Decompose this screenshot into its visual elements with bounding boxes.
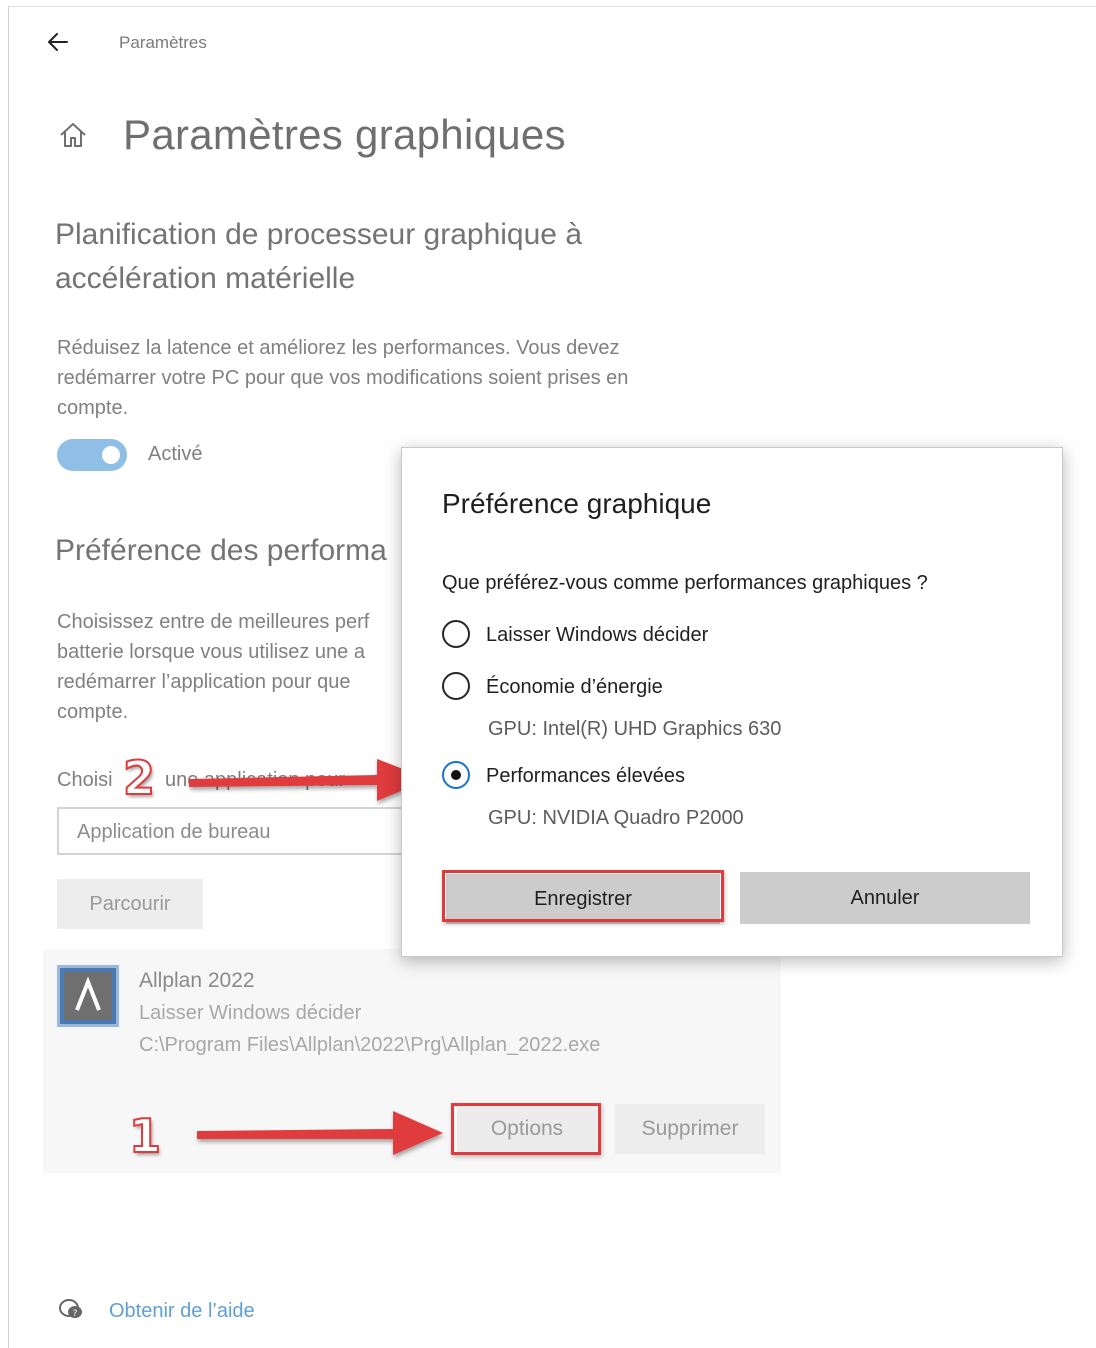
radio-selected-dot: [451, 770, 461, 780]
settings-window: Paramètres Paramètres graphiques Planifi…: [8, 6, 1096, 1348]
highlight-options: [451, 1103, 601, 1155]
option-label-power-saving[interactable]: Économie d’énergie: [486, 676, 663, 699]
delete-button[interactable]: Supprimer: [615, 1104, 765, 1154]
dialog-title: Préférence graphique: [442, 488, 712, 519]
annotation-step-1: 1: [128, 1108, 162, 1164]
hw-scheduling-description: Réduisez la latence et améliorez les per…: [57, 333, 628, 423]
hw-scheduling-toggle[interactable]: [57, 439, 127, 471]
toggle-label: Activé: [148, 443, 203, 465]
radio-windows-decide[interactable]: [442, 620, 470, 648]
home-icon: [60, 123, 86, 147]
option-label-windows-decide[interactable]: Laisser Windows décider: [486, 624, 708, 647]
help-link[interactable]: Obtenir de l’aide: [109, 1300, 255, 1323]
perf-desc-line1: Choisissez entre de meilleures perf: [57, 611, 370, 633]
annotation-step-2: 2: [122, 750, 156, 806]
perf-pref-title: Préférence des performa: [55, 534, 387, 567]
help-chat-icon: ?: [59, 1299, 82, 1319]
app-path: C:\Program Files\Allplan\2022\Prg\Allpla…: [139, 1034, 601, 1056]
perf-desc-line3: redémarrer l’application pour que: [57, 671, 351, 693]
hw-desc-line3: compte.: [57, 397, 129, 419]
radio-power-saving[interactable]: [442, 672, 470, 700]
app-name: Allplan 2022: [139, 969, 255, 992]
app-icon: [57, 965, 119, 1027]
app-preference: Laisser Windows décider: [139, 1002, 362, 1024]
browse-button[interactable]: Parcourir: [57, 879, 203, 929]
app-type-select-value: Application de bureau: [77, 821, 271, 843]
app-title: Paramètres: [119, 33, 207, 52]
hw-scheduling-title: Planification de processeur graphique à …: [55, 213, 582, 301]
graphics-preference-dialog: Préférence graphique Que préférez-vous c…: [401, 447, 1063, 957]
dialog-question: Que préférez-vous comme performances gra…: [442, 572, 928, 594]
hw-title-line2: accélération matérielle: [55, 262, 356, 295]
page-title: Paramètres graphiques: [123, 111, 566, 158]
hw-title-line1: Planification de processeur graphique à: [55, 218, 583, 251]
radio-high-performance[interactable]: [442, 761, 470, 789]
svg-text:?: ?: [73, 1309, 78, 1319]
hw-desc-line1: Réduisez la latence et améliorez les per…: [57, 337, 620, 359]
highlight-save: [442, 870, 724, 922]
option-sub-high-performance: GPU: NVIDIA Quadro P2000: [488, 807, 744, 829]
hw-desc-line2: redémarrer votre PC pour que vos modific…: [57, 367, 629, 389]
perf-desc-line4: compte.: [57, 701, 129, 723]
cancel-button[interactable]: Annuler: [740, 872, 1030, 924]
choose-app-label: Choisi: [57, 769, 113, 791]
annotation-arrow-2: [189, 759, 429, 801]
perf-pref-description: Choisissez entre de meilleures perf batt…: [57, 607, 369, 727]
option-label-high-performance[interactable]: Performances élevées: [486, 765, 685, 788]
option-sub-power-saving: GPU: Intel(R) UHD Graphics 630: [488, 718, 782, 740]
annotation-arrow-1: [197, 1111, 443, 1155]
perf-desc-line2: batterie lorsque vous utilisez une a: [57, 641, 365, 663]
back-arrow-icon[interactable]: [45, 29, 71, 55]
toggle-knob: [102, 446, 120, 464]
